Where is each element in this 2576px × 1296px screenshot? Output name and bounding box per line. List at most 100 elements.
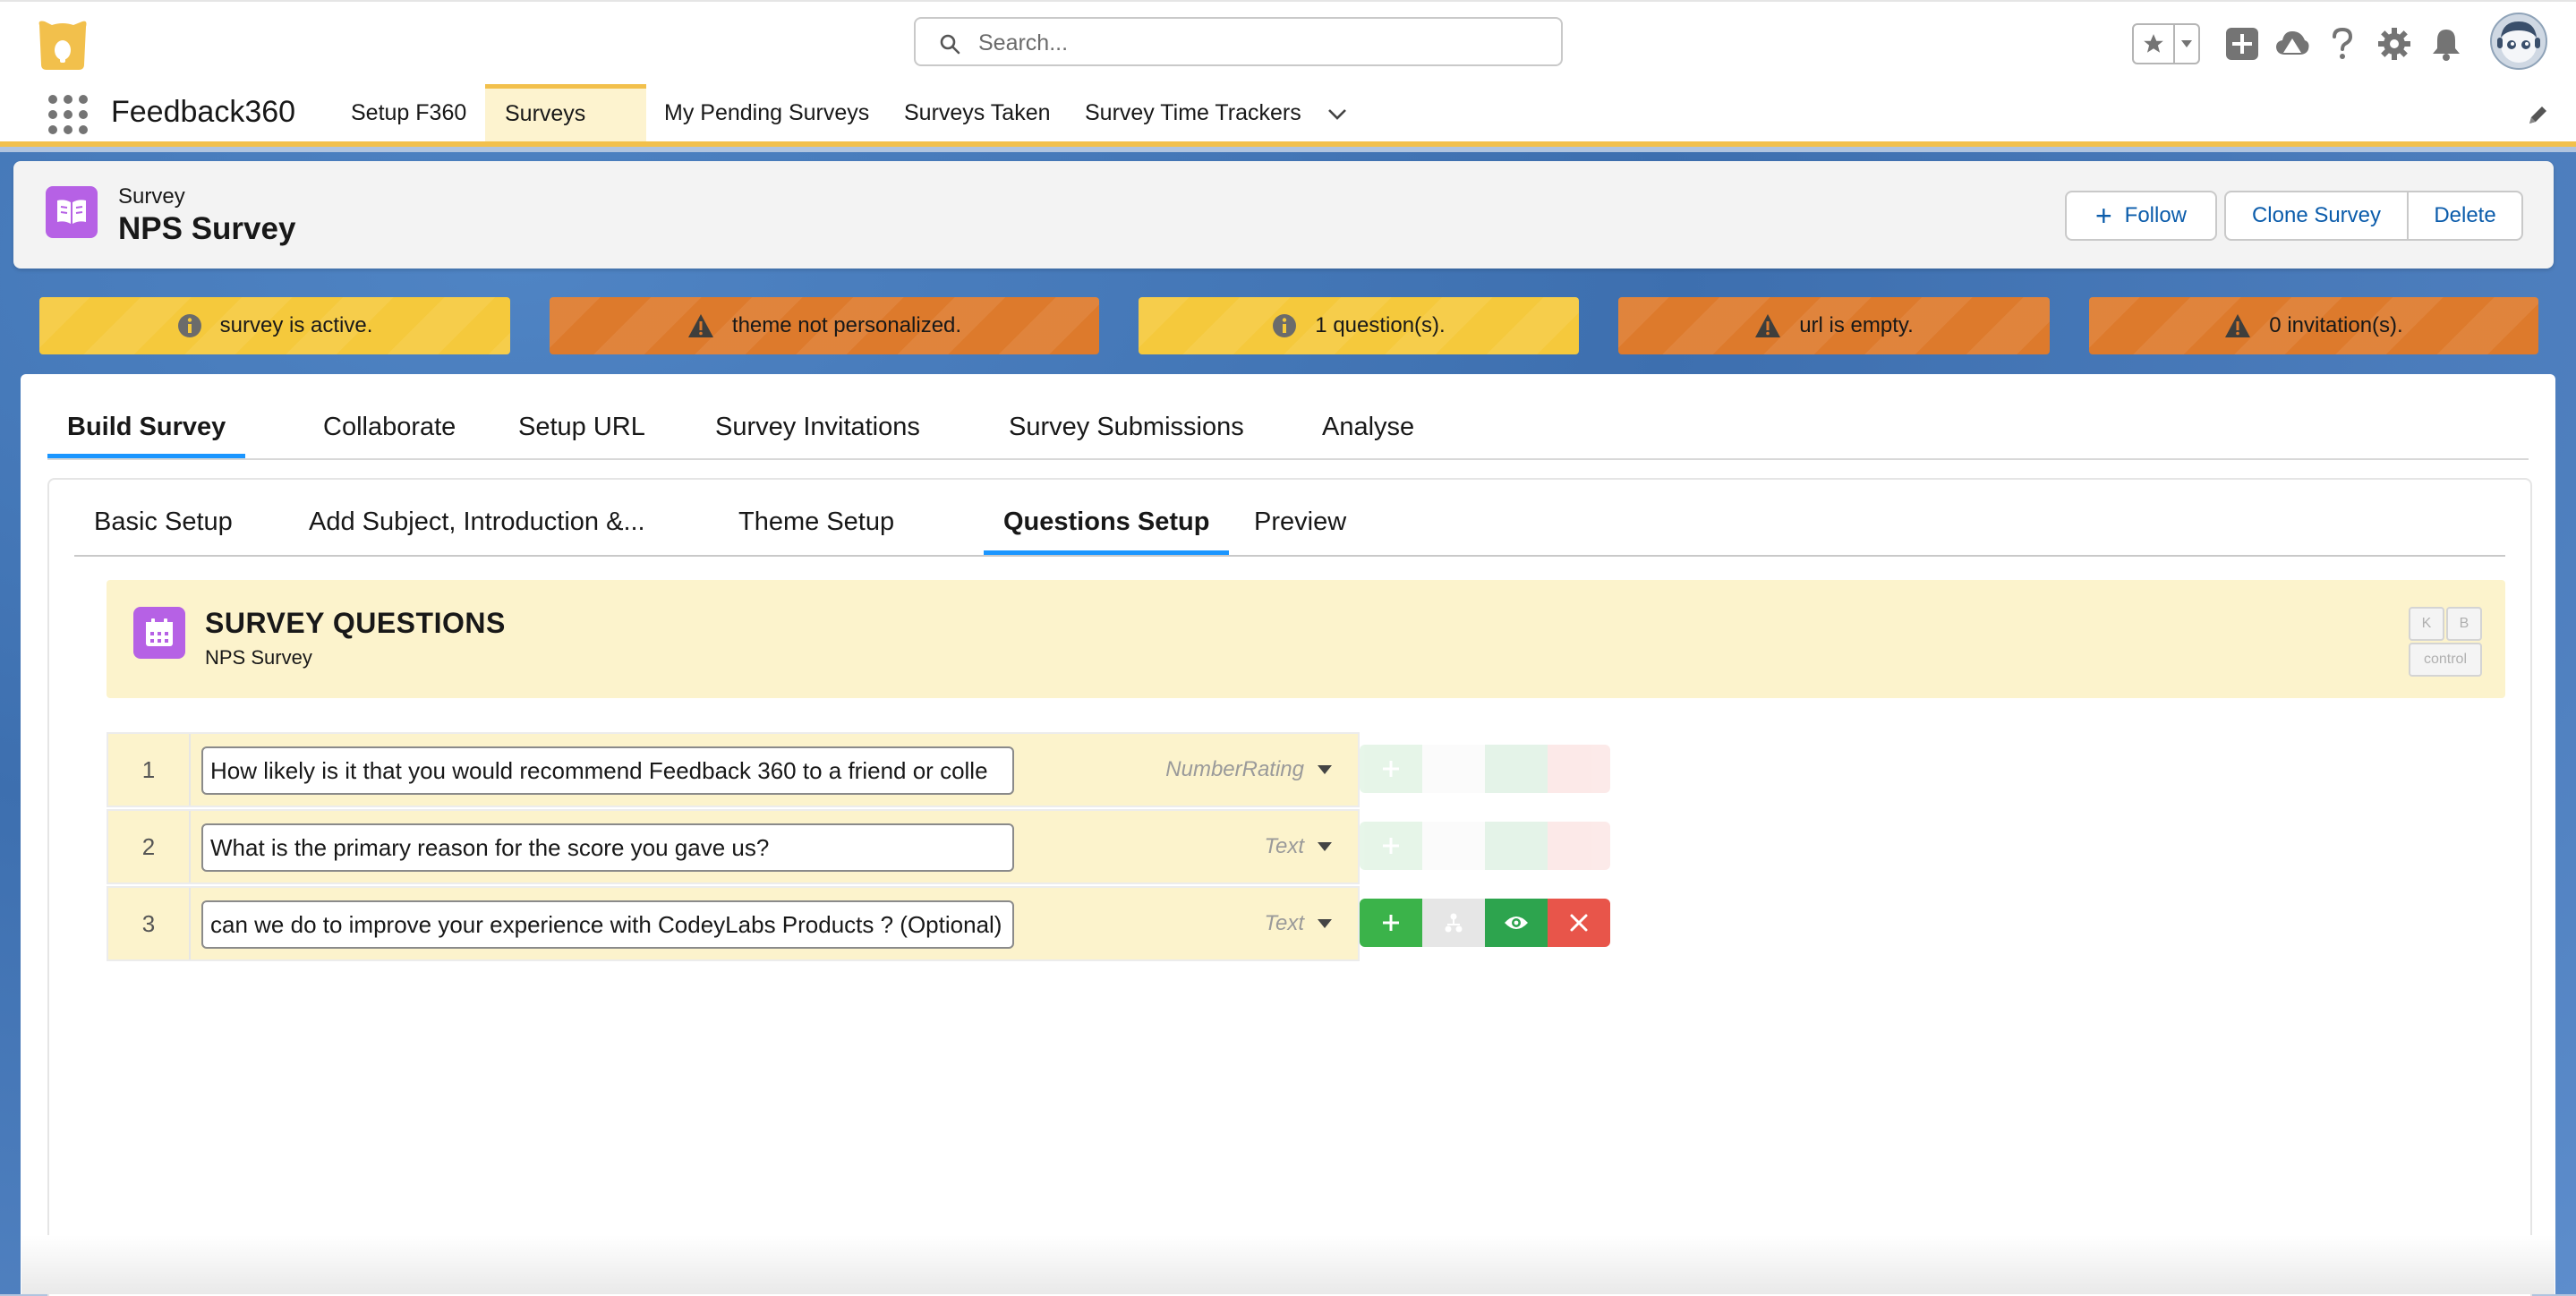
status-banner-theme: theme not personalized. [550, 297, 1099, 354]
banner-text: url is empty. [1799, 313, 1914, 337]
preview-question-button[interactable] [1485, 745, 1548, 793]
preview-question-button[interactable] [1485, 822, 1548, 870]
delete-question-button[interactable] [1548, 899, 1610, 947]
record-title: NPS Survey [118, 211, 296, 246]
question-type-select[interactable]: Text [1265, 888, 1333, 959]
caret-down-icon [1317, 918, 1333, 929]
question-number: 2 [108, 811, 191, 882]
nav-item-surveys-taken[interactable]: Surveys Taken [884, 84, 1070, 141]
favorites-group[interactable] [2132, 23, 2200, 64]
keyboard-shortcut-k: K [2409, 607, 2444, 641]
question-type-label: Text [1264, 911, 1304, 935]
question-number: 3 [108, 888, 191, 959]
secondary-tabs: Basic Setup Add Subject, Introduction &.… [74, 494, 2505, 557]
app-launcher-icon[interactable] [48, 95, 88, 134]
tab-setup-url[interactable]: Setup URL [499, 401, 665, 458]
branching-hierarchy-button[interactable] [1422, 745, 1485, 793]
notifications-bell-icon[interactable] [2426, 23, 2467, 64]
add-question-button[interactable] [1360, 745, 1422, 793]
clone-survey-button[interactable]: Clone Survey [2224, 191, 2409, 241]
preview-question-button[interactable] [1485, 899, 1548, 947]
hierarchy-icon [1445, 913, 1463, 933]
star-icon[interactable] [2134, 25, 2173, 63]
delete-question-button[interactable] [1548, 745, 1610, 793]
banner-text: survey is active. [219, 313, 373, 337]
primary-tabs: Build Survey Collaborate Setup URL Surve… [47, 401, 2529, 460]
tab-questions-setup[interactable]: Questions Setup [984, 494, 1230, 555]
nav-item-setup-f360[interactable]: Setup F360 [331, 84, 486, 141]
survey-questions-subtitle: NPS Survey [205, 646, 312, 669]
org-logo-icon[interactable] [34, 18, 91, 72]
question-row: 2 Text [107, 809, 1360, 884]
banner-text: theme not personalized. [731, 313, 962, 337]
add-question-button[interactable] [1360, 822, 1422, 870]
record-type-label: Survey [118, 184, 185, 209]
status-banner-questions: 1 question(s). [1139, 297, 1579, 354]
nav-item-label: Surveys Taken [904, 100, 1051, 125]
plus-icon [1383, 915, 1399, 931]
question-text-field[interactable] [201, 823, 1014, 872]
page-bottom-shade [21, 1235, 2555, 1294]
tab-theme-setup[interactable]: Theme Setup [719, 494, 914, 555]
nav-item-surveys[interactable]: Surveys [485, 84, 646, 172]
tab-analyse[interactable]: Analyse [1302, 401, 1434, 458]
branching-hierarchy-button[interactable] [1422, 822, 1485, 870]
help-icon[interactable] [2322, 23, 2363, 64]
tab-preview[interactable]: Preview [1234, 494, 1366, 555]
question-type-label: Text [1264, 834, 1304, 858]
tab-add-subject-introduction[interactable]: Add Subject, Introduction &... [289, 494, 665, 555]
survey-record-icon [46, 186, 98, 238]
branching-hierarchy-button[interactable] [1422, 899, 1485, 947]
tab-collaborate[interactable]: Collaborate [303, 401, 475, 458]
search-input[interactable] [977, 26, 1535, 60]
delete-button[interactable]: Delete [2407, 191, 2523, 241]
question-row: 1 NumberRating [107, 732, 1360, 807]
tab-survey-invitations[interactable]: Survey Invitations [695, 401, 940, 458]
question-type-select[interactable]: NumberRating [1165, 734, 1333, 806]
global-create-icon[interactable] [2222, 23, 2263, 64]
tab-basic-setup[interactable]: Basic Setup [74, 494, 252, 555]
delete-question-button[interactable] [1548, 822, 1610, 870]
caret-down-icon [1317, 764, 1333, 775]
banner-text: 0 invitation(s). [2269, 313, 2403, 337]
calendar-icon [133, 607, 185, 659]
add-question-button[interactable] [1360, 899, 1422, 947]
close-icon [1570, 914, 1588, 932]
question-text-field[interactable] [201, 746, 1014, 795]
plus-icon: + [2094, 200, 2112, 232]
caret-down-icon [1317, 841, 1333, 852]
warning-icon [687, 313, 714, 338]
app-navigation-bar: Feedback360 Setup F360 Surveys My Pendin… [0, 84, 2576, 172]
app-name: Feedback360 [111, 95, 296, 129]
nav-item-label: Survey Time Trackers [1085, 100, 1301, 125]
survey-questions-title: SURVEY QUESTIONS [205, 607, 506, 639]
question-type-label: NumberRating [1165, 757, 1304, 781]
eye-icon [1505, 917, 1528, 929]
question-text-field[interactable] [201, 900, 1014, 949]
status-banner-survey-active: survey is active. [39, 297, 510, 354]
question-row: 3 Text [107, 886, 1360, 961]
warning-icon [1754, 313, 1781, 338]
tab-build-survey[interactable]: Build Survey [47, 401, 246, 458]
chevron-down-icon[interactable] [1327, 85, 1347, 142]
record-header: Survey NPS Survey + Follow Clone Survey … [13, 161, 2554, 269]
setup-gear-icon[interactable] [2374, 23, 2415, 64]
warning-icon [2224, 313, 2251, 338]
follow-button[interactable]: + Follow [2065, 191, 2217, 241]
nav-item-my-pending-surveys[interactable]: My Pending Surveys [644, 84, 889, 141]
keyboard-shortcut-b: B [2446, 607, 2482, 641]
tab-survey-submissions[interactable]: Survey Submissions [989, 401, 1264, 458]
global-header [0, 0, 2576, 86]
build-survey-panel: Basic Setup Add Subject, Introduction &.… [47, 478, 2532, 1296]
favorites-dropdown-icon[interactable] [2173, 25, 2198, 63]
nav-item-survey-time-trackers[interactable]: Survey Time Trackers [1065, 84, 1367, 141]
info-icon [177, 313, 202, 338]
user-avatar[interactable] [2490, 13, 2547, 70]
main-content-card: Build Survey Collaborate Setup URL Surve… [21, 374, 2555, 1296]
global-search[interactable] [914, 17, 1563, 66]
question-number: 1 [108, 734, 191, 806]
edit-nav-pencil-icon[interactable] [2526, 104, 2549, 132]
trailhead-icon[interactable] [2272, 23, 2313, 64]
question-type-select[interactable]: Text [1265, 811, 1333, 882]
nav-item-label: My Pending Surveys [664, 100, 870, 125]
